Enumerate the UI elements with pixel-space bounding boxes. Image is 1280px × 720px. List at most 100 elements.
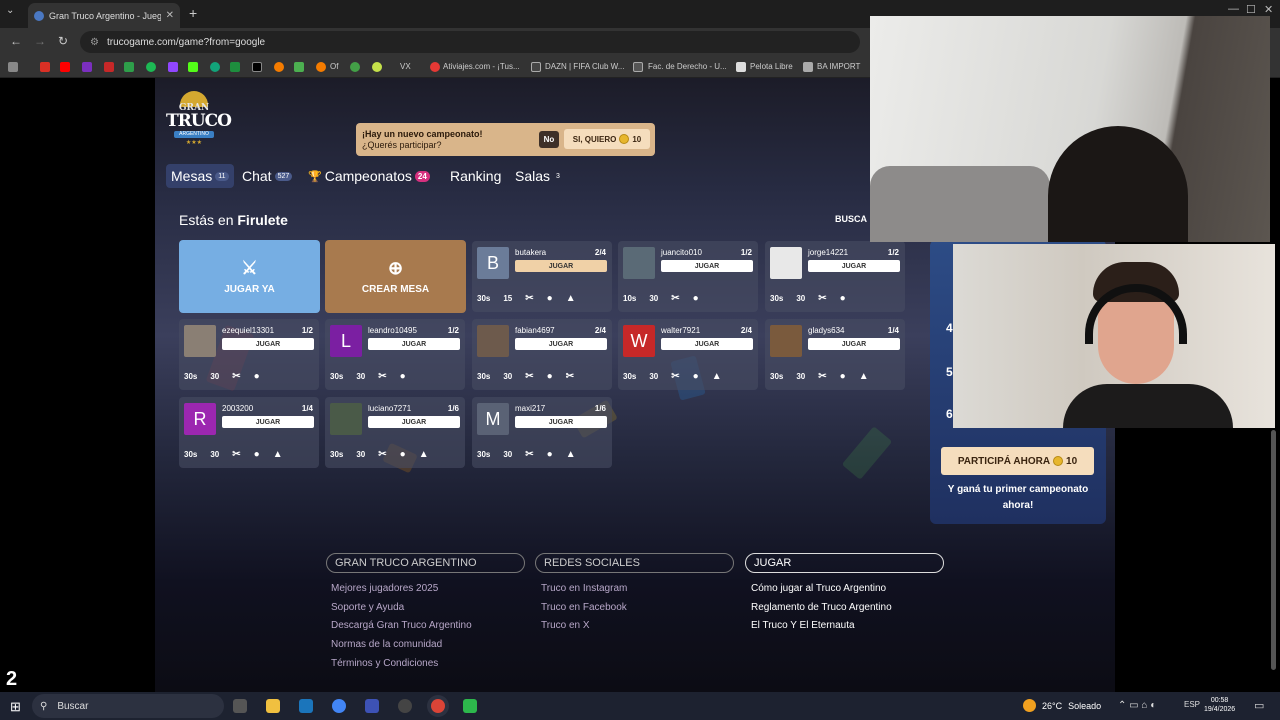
- join-button[interactable]: JUGAR: [368, 416, 460, 428]
- join-button[interactable]: JUGAR: [808, 338, 900, 350]
- new-tab-icon[interactable]: +: [189, 5, 197, 21]
- footer-link[interactable]: Reglamento de Truco Argentino: [751, 602, 892, 613]
- accept-button[interactable]: SI, QUIERO 10: [564, 129, 650, 149]
- bookmark-ba-import[interactable]: BA IMPORT: [817, 62, 860, 71]
- bookmark-ativiajes-icon[interactable]: [430, 62, 440, 72]
- kick-icon[interactable]: [188, 62, 198, 72]
- bookmark-baimport-icon[interactable]: [803, 62, 813, 72]
- table-card[interactable]: ezequiel13301 1/2 JUGAR 30s 30 ✂ ●: [179, 319, 319, 390]
- footer-link[interactable]: Mejores jugadores 2025: [331, 583, 438, 594]
- bookmark-m-icon[interactable]: [82, 62, 92, 72]
- sheets-icon[interactable]: [230, 62, 240, 72]
- join-button[interactable]: JUGAR: [222, 416, 314, 428]
- join-button[interactable]: JUGAR: [661, 338, 753, 350]
- bookmark-orange-icon[interactable]: [274, 62, 284, 72]
- footer-link[interactable]: Soporte y Ayuda: [331, 602, 404, 613]
- decline-button[interactable]: No: [539, 131, 559, 148]
- table-card[interactable]: gladys634 1/4 JUGAR 30s 30 ✂ ● ▲: [765, 319, 905, 390]
- join-button[interactable]: JUGAR: [368, 338, 460, 350]
- task-view-icon[interactable]: [233, 699, 247, 713]
- url-input[interactable]: ⚙ trucogame.com/game?from=google: [80, 31, 860, 53]
- table-card[interactable]: W walter7921 2/4 JUGAR 30s 30 ✂ ● ▲: [618, 319, 758, 390]
- tab-salas[interactable]: Salas 3: [515, 164, 563, 188]
- join-button[interactable]: JUGAR: [515, 416, 607, 428]
- forward-icon[interactable]: →: [34, 34, 46, 48]
- app-v-icon[interactable]: [365, 699, 379, 713]
- window-close-icon[interactable]: ✕: [1264, 3, 1273, 16]
- footer-link[interactable]: Truco en X: [541, 620, 590, 631]
- play-now-button[interactable]: ⚔ JUGAR YA: [179, 240, 320, 313]
- clock[interactable]: 00:58 19/4/2026: [1204, 696, 1235, 714]
- footer-link[interactable]: Truco en Instagram: [541, 583, 627, 594]
- youtube-icon[interactable]: [60, 62, 70, 72]
- chrome-active-icon[interactable]: [431, 699, 445, 713]
- notifications-icon[interactable]: ▭: [1254, 699, 1264, 712]
- footer-link[interactable]: Normas de la comunidad: [331, 639, 442, 650]
- join-button[interactable]: JUGAR: [222, 338, 314, 350]
- app-green-icon[interactable]: [463, 699, 477, 713]
- bookmark-p-icon[interactable]: [294, 62, 304, 72]
- bookmark-green-icon[interactable]: [210, 62, 220, 72]
- join-button[interactable]: JUGAR: [661, 260, 753, 272]
- participate-button[interactable]: PARTICIPÁ AHORA 10: [941, 447, 1094, 475]
- bookmark-red-icon[interactable]: [104, 62, 114, 72]
- create-table-button[interactable]: ⊕ CREAR MESA: [325, 240, 466, 313]
- bookmark-pelota-icon[interactable]: [736, 62, 746, 72]
- steam-icon[interactable]: [299, 699, 313, 713]
- join-button[interactable]: JUGAR: [515, 338, 607, 350]
- tab-campeonatos[interactable]: 🏆 Campeonatos 24: [308, 164, 430, 188]
- system-tray-icons[interactable]: ⌃ ▭ ⌂ ◐: [1118, 700, 1156, 711]
- table-card[interactable]: M maxi217 1/6 JUGAR 30s 30 ✂ ● ▲: [472, 397, 612, 468]
- file-explorer-icon[interactable]: [266, 699, 280, 713]
- join-button[interactable]: JUGAR: [515, 260, 607, 272]
- gmail-icon[interactable]: [40, 62, 50, 72]
- bookmark-dazn-icon[interactable]: [531, 62, 541, 72]
- bookmark-derecho[interactable]: Fac. de Derecho - U...: [648, 62, 727, 71]
- bookmark-34-icon[interactable]: [124, 62, 134, 72]
- footer-link[interactable]: Truco en Facebook: [541, 602, 627, 613]
- site-info-icon[interactable]: ⚙: [90, 37, 99, 48]
- bookmark-dazn[interactable]: DAZN | FIFA Club W...: [545, 62, 624, 71]
- footer-link[interactable]: El Truco Y El Eternauta: [751, 620, 855, 631]
- footer-link[interactable]: Cómo jugar al Truco Argentino: [751, 583, 886, 594]
- search-button[interactable]: BUSCA: [835, 214, 867, 224]
- x-icon[interactable]: [252, 62, 262, 72]
- bookmark-lime-icon[interactable]: [372, 62, 382, 72]
- bookmark-vx[interactable]: VX: [400, 62, 411, 71]
- table-card[interactable]: jorge14221 1/2 JUGAR 30s 30 ✂ ●: [765, 241, 905, 312]
- site-logo[interactable]: GRAN TRUCO ARGENTINO ★★★: [166, 91, 232, 147]
- table-card[interactable]: B butakera 2/4 JUGAR 30s 15 ✂ ● ▲: [472, 241, 612, 312]
- table-card[interactable]: fabian4697 2/4 JUGAR 30s 30 ✂ ● ✂: [472, 319, 612, 390]
- reload-icon[interactable]: ↻: [58, 34, 68, 48]
- scrollbar[interactable]: [1271, 430, 1276, 670]
- tab-search-icon[interactable]: ⌄: [6, 5, 14, 16]
- bookmark-pelota-libre[interactable]: Pelota Libre: [750, 62, 793, 71]
- browser-tab[interactable]: Gran Truco Argentino - Juego d ✕: [28, 3, 180, 28]
- footer-link[interactable]: Descargá Gran Truco Argentino: [331, 620, 472, 631]
- apps-icon[interactable]: [8, 62, 18, 72]
- bookmark-of-icon[interactable]: [316, 62, 326, 72]
- bookmark-derecho-icon[interactable]: [633, 62, 643, 72]
- chrome-icon[interactable]: [332, 699, 346, 713]
- join-button[interactable]: JUGAR: [808, 260, 900, 272]
- minimize-icon[interactable]: —: [1228, 3, 1239, 15]
- tab-chat[interactable]: Chat 527: [242, 164, 293, 188]
- spotify-icon[interactable]: [146, 62, 156, 72]
- back-icon[interactable]: ←: [10, 34, 22, 48]
- tab-mesas[interactable]: Mesas 11: [166, 164, 234, 188]
- windows-start-icon[interactable]: ⊞: [10, 699, 21, 715]
- weather-widget[interactable]: 26°C Soleado: [1023, 699, 1101, 712]
- bookmark-ativiajes[interactable]: Ativiajes.com - ¡Tus...: [443, 62, 520, 71]
- obs-icon[interactable]: [398, 699, 412, 713]
- table-card[interactable]: R 2003200 1/4 JUGAR 30s 30 ✂ ● ▲: [179, 397, 319, 468]
- footer-link[interactable]: Términos y Condiciones: [331, 658, 438, 669]
- maximize-icon[interactable]: ☐: [1246, 3, 1256, 16]
- close-tab-icon[interactable]: ✕: [166, 10, 174, 21]
- taskbar-search[interactable]: ⚲ Buscar: [32, 694, 224, 718]
- bookmark-green2-icon[interactable]: [350, 62, 360, 72]
- bookmark-of[interactable]: Of: [330, 62, 338, 71]
- language-indicator[interactable]: ESP: [1184, 700, 1200, 709]
- table-card[interactable]: L leandro10495 1/2 JUGAR 30s 30 ✂ ●: [325, 319, 465, 390]
- table-card[interactable]: luciano7271 1/6 JUGAR 30s 30 ✂ ● ▲: [325, 397, 465, 468]
- tab-ranking[interactable]: Ranking: [450, 164, 501, 188]
